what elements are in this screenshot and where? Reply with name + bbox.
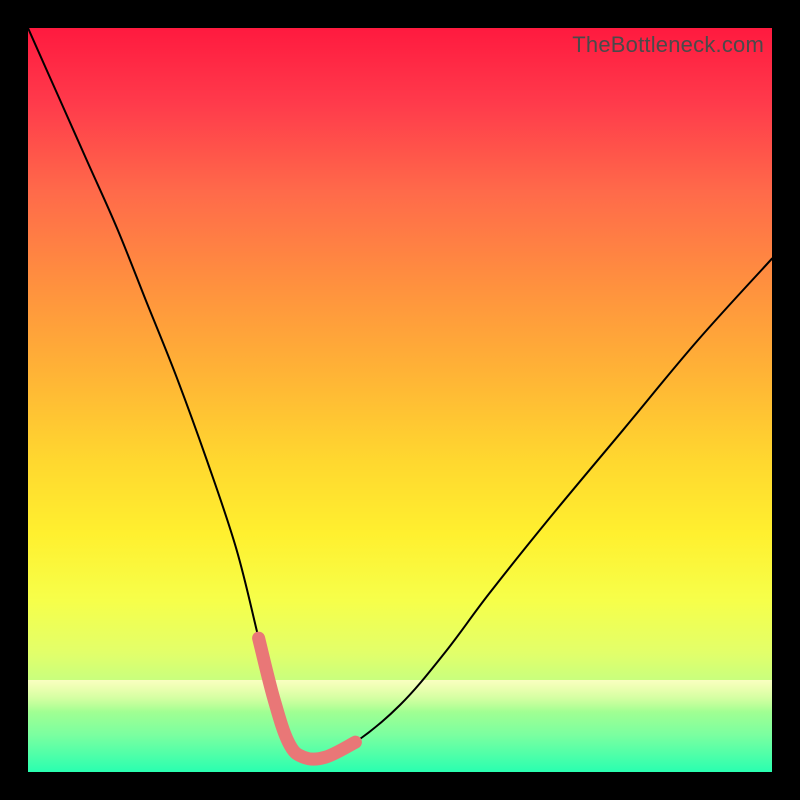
chart-svg — [28, 28, 772, 772]
chart-plot-area: TheBottleneck.com — [28, 28, 772, 772]
bottleneck-curve — [28, 28, 772, 759]
chart-frame: TheBottleneck.com — [0, 0, 800, 800]
optimal-range-highlight — [259, 638, 356, 759]
